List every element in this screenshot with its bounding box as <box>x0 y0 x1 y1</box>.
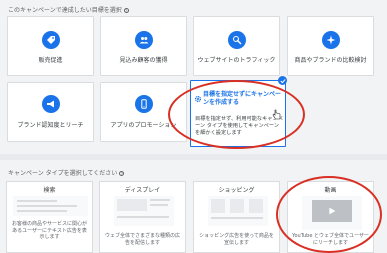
help-icon[interactable]: ? <box>119 171 125 176</box>
selected-check-icon <box>278 76 287 85</box>
goal-card-no-goal[interactable]: 目標を指定せずにキャンペーンを作成する 目標を指定せず、利用可能なキャンペーン … <box>190 80 286 147</box>
goal-card-sales[interactable]: 販売促進 <box>7 16 94 76</box>
goal-card-app[interactable]: アプリのプロモーション <box>100 82 187 142</box>
search-thumbnail <box>13 196 88 216</box>
hand-cursor-icon <box>272 109 281 120</box>
megaphone-icon <box>41 95 60 113</box>
shopping-thumbnail <box>208 196 268 226</box>
cursor-click-icon <box>227 31 246 49</box>
sparkle-icon <box>321 31 340 49</box>
goal-card-awareness[interactable]: ブランド認知度とリーチ <box>7 82 94 142</box>
types-heading: キャンペーン タイプを選択してください? <box>8 170 125 177</box>
type-card-shopping[interactable]: ショッピング ショッピング広告を使って商品を宣伝します <box>193 181 280 253</box>
type-card-video[interactable]: 動画 YouTube とウェブ全体でユーザーにリーチします <box>287 181 374 253</box>
no-goal-title: 目標を指定せずにキャンペーンを作成する <box>203 91 282 106</box>
phone-icon <box>134 95 153 113</box>
no-goal-description: 目標を指定せず、利用可能なキャンペーン タイプを使用してキャンペーンを細かく設定… <box>195 116 283 136</box>
type-card-display[interactable]: ディスプレイ ウェブ全体でさまざまな種類の広告を配信します <box>99 181 186 253</box>
video-thumbnail <box>302 196 362 230</box>
goal-card-consideration[interactable]: 商品やブランドの比較検討 <box>287 16 374 76</box>
tag-icon <box>41 31 60 49</box>
play-icon <box>329 207 336 215</box>
goal-card-traffic[interactable]: ウェブサイトのトラフィック <box>193 16 280 76</box>
type-card-search[interactable]: 検索 お客様の商品やサービスに関心があるユーザーにテキスト広告を表示します <box>6 181 93 253</box>
people-icon <box>134 31 153 49</box>
goal-card-leads[interactable]: 見込み顧客の獲得 <box>100 16 187 76</box>
section-divider <box>0 154 387 160</box>
gear-icon <box>194 95 202 103</box>
goals-heading: このキャンペーンで達成したい目標を選択? <box>8 7 129 14</box>
display-thumbnail <box>114 196 174 226</box>
help-icon[interactable]: ? <box>123 8 129 13</box>
